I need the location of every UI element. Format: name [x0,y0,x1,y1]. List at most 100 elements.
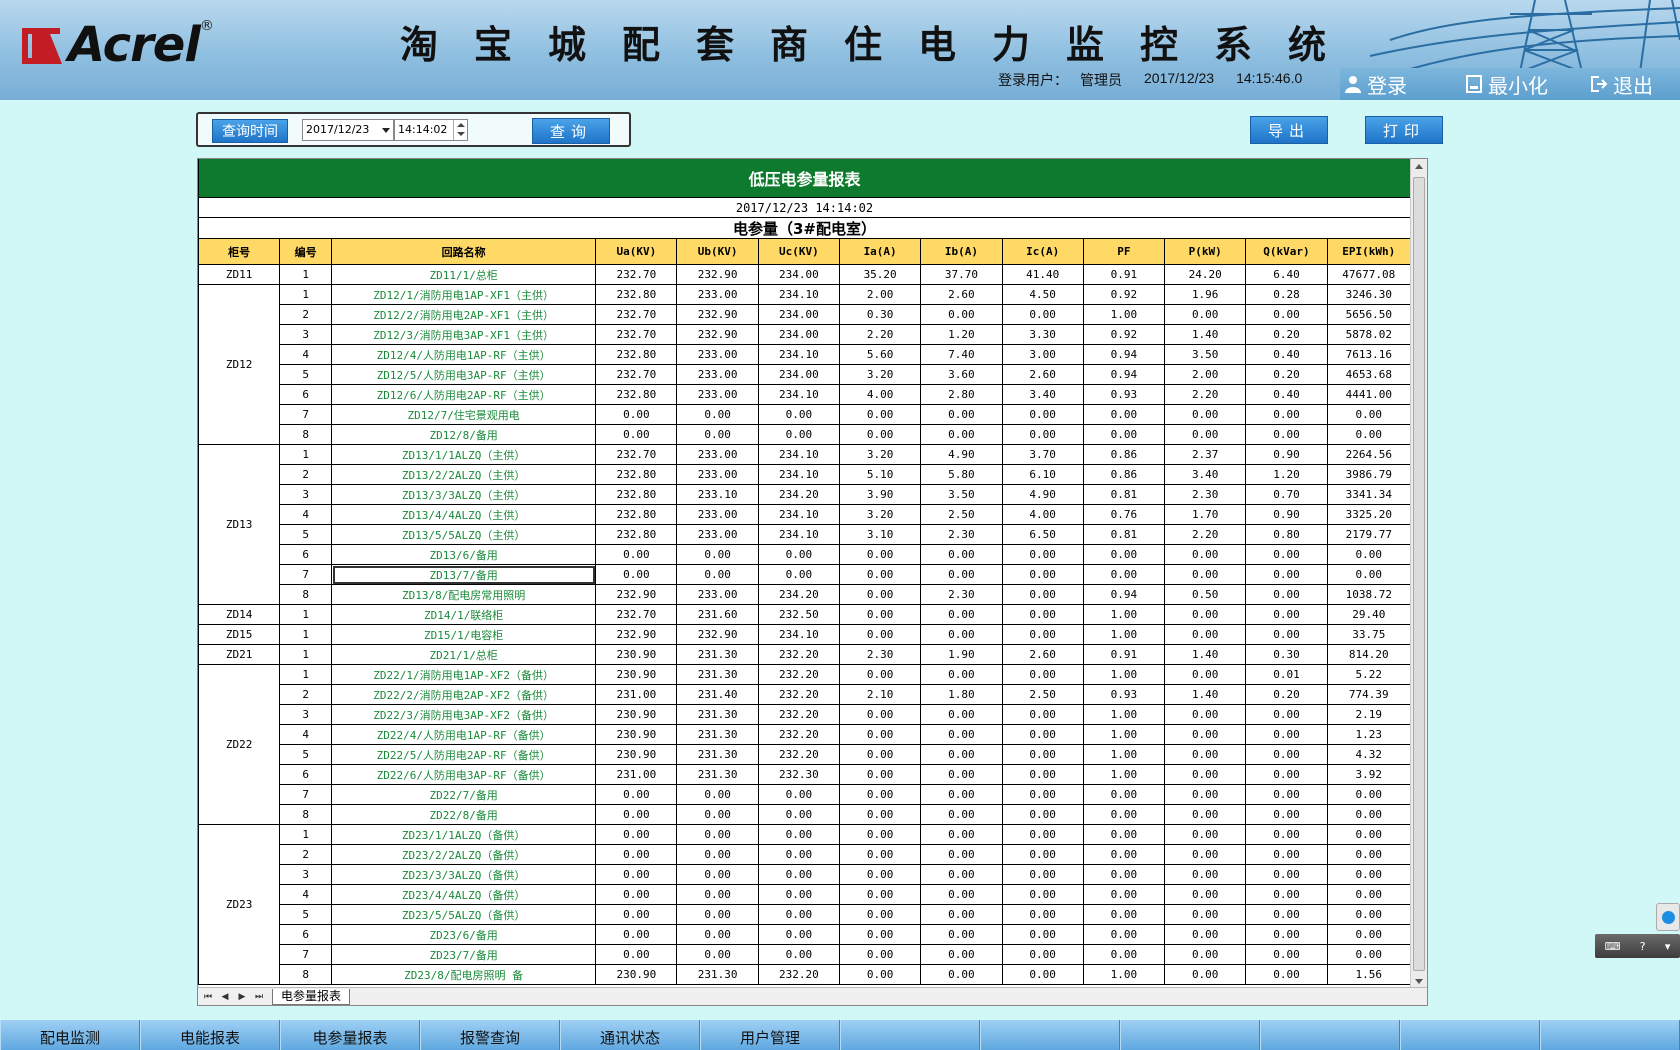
bottom-nav-item[interactable]: 电参量报表 [280,1020,420,1050]
value-cell: 231.30 [676,644,759,665]
value-cell: 234.10 [757,344,841,365]
bottom-nav-item[interactable]: 配电监测 [0,1020,140,1050]
value-cell: 0.00 [1164,784,1247,805]
column-header: Q(kVar) [1245,238,1328,265]
circuit-number-cell: 1 [279,264,333,285]
spinner-control[interactable] [453,120,467,140]
query-date-value: 2017/12/23 [306,123,370,136]
export-button[interactable]: 导出 [1250,116,1328,144]
bottom-nav-item[interactable]: 电能报表 [140,1020,280,1050]
bottom-nav-item[interactable] [840,1020,980,1050]
bottom-nav-item[interactable] [1540,1020,1680,1050]
circuit-name-cell: ZD12/8/备用 [331,424,597,445]
last-sheet-icon[interactable]: ⏭ [252,990,266,1004]
spin-down-icon[interactable] [457,132,465,136]
value-cell: 3325.20 [1326,504,1411,525]
value-cell: 232.20 [757,744,841,765]
first-sheet-icon[interactable]: ⏮ [201,990,215,1004]
window-controls: 登录 最小化 退出 [1340,68,1680,100]
value-cell: 0.00 [757,544,841,565]
table-row: 3 ZD22/3/消防用电3AP-XF2（备供） 230.90 231.30 232.2… [199,704,1411,725]
value-cell: 0.00 [676,784,759,805]
column-header: 回路名称 [331,238,597,265]
user-label: 登录用户： [998,72,1068,88]
table-row: 5 ZD13/5/5ALZQ（主供） 232.80 233.00 234.10 3.10 2… [199,524,1411,545]
circuit-number-cell: 2 [279,844,333,865]
value-cell: 0.00 [676,884,759,905]
search-button[interactable]: 查询 [532,118,610,144]
report-title: 低压电参量报表 [198,159,1411,198]
value-cell: 0.00 [1326,804,1411,825]
table-row: 6 ZD13/6/备用 0.00 0.00 0.00 0.00 0.00 0.00 0.00 0.… [199,544,1411,565]
value-cell: 0.00 [595,824,678,845]
value-cell: 5.22 [1326,664,1411,685]
value-cell: 0.00 [1082,424,1166,445]
value-cell: 0.00 [838,724,922,745]
value-cell: 0.00 [676,424,759,445]
circuit-number-cell: 3 [279,484,333,505]
value-cell: 0.00 [1326,904,1411,925]
chevron-down-icon[interactable] [382,128,390,133]
value-cell: 232.50 [757,604,841,625]
value-cell: 234.20 [757,584,841,605]
table-row: 2 ZD13/2/2ALZQ（主供） 232.80 233.00 234.10 5.10 5… [199,464,1411,485]
value-cell: 6.40 [1245,264,1328,285]
ime-toolbar[interactable]: ⌨ ? ▾ [1595,934,1680,958]
value-cell: 1.40 [1164,644,1247,665]
next-sheet-icon[interactable]: ▶ [235,990,249,1004]
column-header: Ub(KV) [676,238,759,265]
scroll-down-icon[interactable] [1415,979,1423,984]
value-cell: 3.70 [1001,444,1084,465]
bottom-nav-item[interactable] [1120,1020,1260,1050]
print-button[interactable]: 打印 [1365,116,1443,144]
value-cell: 234.10 [757,384,841,405]
value-cell: 234.10 [757,624,841,645]
value-cell: 0.00 [1245,804,1328,825]
scroll-up-icon[interactable] [1415,164,1423,169]
circuit-name-cell[interactable]: ZD13/7/备用 [331,564,597,585]
value-cell: 0.00 [838,404,922,425]
exit-button[interactable]: 退出 [1586,70,1671,99]
sheet-tab[interactable]: 电参量报表 [272,988,351,1005]
circuit-name-cell: ZD12/7/住宅景观用电 [331,404,597,425]
prev-sheet-icon[interactable]: ◀ [218,990,232,1004]
value-cell: 0.00 [838,764,922,785]
chat-widget[interactable] [1656,903,1680,931]
value-cell: 0.00 [1082,804,1166,825]
value-cell: 3.90 [838,484,922,505]
query-time-button[interactable]: 查询时间 [212,119,288,143]
keyboard-icon[interactable]: ⌨ [1605,940,1621,953]
value-cell: 232.90 [595,584,678,605]
minimize-button[interactable]: 最小化 [1461,70,1566,99]
bottom-nav-item[interactable] [980,1020,1120,1050]
value-cell: 0.00 [1001,704,1084,725]
value-cell: 0.00 [1326,564,1411,585]
bottom-nav-item[interactable]: 通讯状态 [560,1020,700,1050]
value-cell: 6.50 [1001,524,1084,545]
bottom-nav-item[interactable] [1260,1020,1400,1050]
bottom-nav-item[interactable]: 报警查询 [420,1020,560,1050]
value-cell: 0.00 [1001,964,1084,985]
login-button[interactable]: 登录 [1340,70,1425,99]
query-time-spinner[interactable]: 14:14:02 [394,119,468,141]
chevron-down-icon[interactable]: ▾ [1665,940,1671,953]
query-time-value: 14:14:02 [398,123,448,136]
value-cell: 0.00 [920,664,1003,685]
table-row: 6 ZD12/6/人防用电2AP-RF（主供） 232.80 233.00 234.10… [199,384,1411,405]
circuit-number-cell: 5 [279,904,333,925]
value-cell: 234.10 [757,444,841,465]
vertical-scrollbar[interactable] [1410,159,1427,989]
value-cell: 0.00 [1164,944,1247,965]
value-cell: 3.30 [1001,324,1084,345]
value-cell: 0.94 [1082,344,1166,365]
value-cell: 0.76 [1082,504,1166,525]
circuit-name-cell: ZD13/4/4ALZQ（主供） [331,504,597,525]
spin-up-icon[interactable] [457,123,465,127]
bottom-nav-item[interactable]: 用户管理 [700,1020,840,1050]
scroll-thumb[interactable] [1413,177,1425,971]
query-date-picker[interactable]: 2017/12/23 [302,119,394,141]
value-cell: 0.93 [1082,384,1166,405]
value-cell: 5656.50 [1326,304,1411,325]
bottom-nav-item[interactable] [1400,1020,1540,1050]
help-icon[interactable]: ? [1640,940,1646,953]
